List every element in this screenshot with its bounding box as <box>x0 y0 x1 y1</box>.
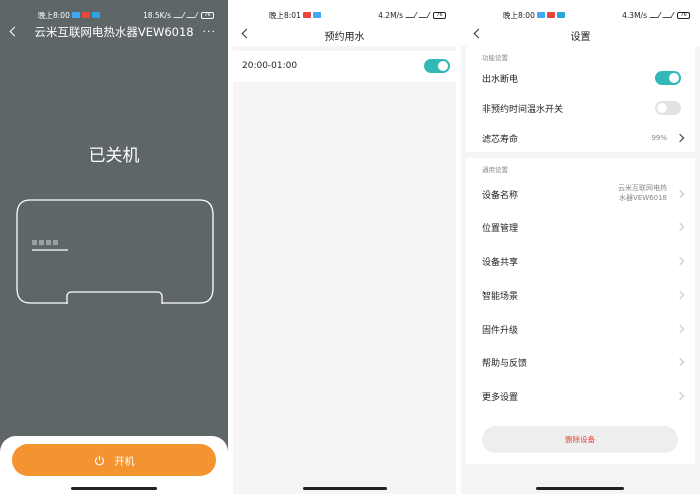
signal-icon <box>186 12 199 18</box>
chevron-right-icon <box>675 133 685 143</box>
status-time: 晚上8:00 <box>38 10 70 20</box>
app-notification-icon <box>81 12 90 18</box>
app-notification-icon <box>302 12 311 18</box>
location-row[interactable]: 位置管理 <box>466 213 695 243</box>
function-settings-card: 功能设置 出水断电 非预约时间温水开关 滤芯寿命 99% <box>466 46 695 152</box>
battery-icon: 76 <box>201 11 214 19</box>
device-control-screen: 晚上8:00 18.5K/s 76 云米互联网电热水器VEW6018 ··· 已… <box>0 0 228 494</box>
setting-label: 滤芯寿命 <box>482 135 519 145</box>
page-title: 预约用水 <box>324 32 365 43</box>
app-notification-icon <box>91 12 100 18</box>
signal-icon <box>649 12 662 18</box>
setting-label: 帮助与反馈 <box>482 359 528 369</box>
power-bar: 开机 <box>0 436 228 494</box>
power-icon <box>94 455 104 465</box>
chevron-right-icon <box>675 357 685 367</box>
section-title-general: 通用设置 <box>482 166 508 174</box>
device-name-value: 云米互联网电热 水器VEW6018 <box>597 183 667 203</box>
filter-life-row[interactable]: 滤芯寿命 99% <box>466 124 695 154</box>
schedule-screen: 晚上8:01 4.2M/s 76 预约用水 20:00-01:00 <box>233 0 456 494</box>
app-notification-icon <box>556 12 565 18</box>
status-bar: 晚上8:00 18.5K/s 76 <box>38 9 214 21</box>
status-bar: 晚上8:00 4.3M/s 76 <box>503 9 690 21</box>
water-heater-illustration <box>16 199 214 304</box>
schedule-time-range: 20:00-01:00 <box>242 61 298 71</box>
smart-scene-row[interactable]: 智能场景 <box>466 281 695 311</box>
chevron-right-icon <box>675 189 685 199</box>
setting-label: 位置管理 <box>482 224 519 234</box>
power-cut-row[interactable]: 出水断电 <box>466 64 695 94</box>
chevron-right-icon <box>675 290 685 300</box>
power-on-button[interactable]: 开机 <box>12 444 216 476</box>
delete-device-button[interactable]: 删除设备 <box>482 426 678 453</box>
network-speed: 4.3M/s <box>622 10 647 20</box>
share-row[interactable]: 设备共享 <box>466 247 695 277</box>
app-notification-icon <box>546 12 555 18</box>
app-notification-icon <box>312 12 321 18</box>
settings-screen: 晚上8:00 4.3M/s 76 设置 功能设置 出水断电 非预约时间温水开关 … <box>461 0 700 494</box>
setting-label: 更多设置 <box>482 393 519 403</box>
gesture-bar <box>536 487 624 490</box>
help-row[interactable]: 帮助与反馈 <box>466 348 695 378</box>
signal-icon <box>662 12 675 18</box>
status-bar: 晚上8:01 4.2M/s 76 <box>269 9 446 21</box>
power-cut-toggle[interactable] <box>655 71 681 85</box>
gesture-bar <box>71 487 157 490</box>
firmware-row[interactable]: 固件升级 <box>466 315 695 345</box>
power-button-label: 开机 <box>114 456 135 468</box>
schedule-toggle[interactable] <box>424 59 450 73</box>
chevron-right-icon <box>675 324 685 334</box>
setting-label: 出水断电 <box>482 75 519 85</box>
page-title: 设置 <box>570 32 591 43</box>
page-title: 云米互联网电热水器VEW6018 <box>34 25 194 39</box>
battery-icon: 76 <box>677 11 690 19</box>
chevron-right-icon <box>675 222 685 232</box>
setting-label: 设备名称 <box>482 191 519 201</box>
setting-label: 智能场景 <box>482 292 519 302</box>
signal-icon <box>418 12 431 18</box>
chevron-right-icon <box>675 391 685 401</box>
device-state-text: 已关机 <box>88 146 140 166</box>
device-name-line1: 云米互联网电热 <box>618 184 667 192</box>
keep-warm-toggle[interactable] <box>655 101 681 115</box>
device-name-line2: 水器VEW6018 <box>619 194 667 202</box>
setting-label: 非预约时间温水开关 <box>482 105 564 115</box>
filter-life-value: 99% <box>651 134 667 142</box>
more-options-icon[interactable]: ··· <box>203 25 217 38</box>
status-time: 晚上8:00 <box>503 10 535 20</box>
schedule-row[interactable]: 20:00-01:00 <box>233 51 456 82</box>
signal-icon <box>405 12 418 18</box>
device-name-row[interactable]: 设备名称 云米互联网电热 水器VEW6018 <box>466 180 695 210</box>
general-settings-card: 通用设置 设备名称 云米互联网电热 水器VEW6018 位置管理 设备共享 智能… <box>466 158 695 464</box>
setting-label: 设备共享 <box>482 258 519 268</box>
keep-warm-row[interactable]: 非预约时间温水开关 <box>466 94 695 124</box>
signal-icon <box>173 12 186 18</box>
app-notification-icon <box>536 12 545 18</box>
setting-label: 固件升级 <box>482 326 519 336</box>
battery-icon: 76 <box>433 11 446 19</box>
gesture-bar <box>303 487 387 490</box>
app-notification-icon <box>71 12 80 18</box>
section-title-function: 功能设置 <box>482 54 508 62</box>
network-speed: 18.5K/s <box>142 10 171 20</box>
more-settings-row[interactable]: 更多设置 <box>466 382 695 412</box>
chevron-right-icon <box>675 256 685 266</box>
network-speed: 4.2M/s <box>378 10 403 20</box>
status-time: 晚上8:01 <box>269 10 301 20</box>
